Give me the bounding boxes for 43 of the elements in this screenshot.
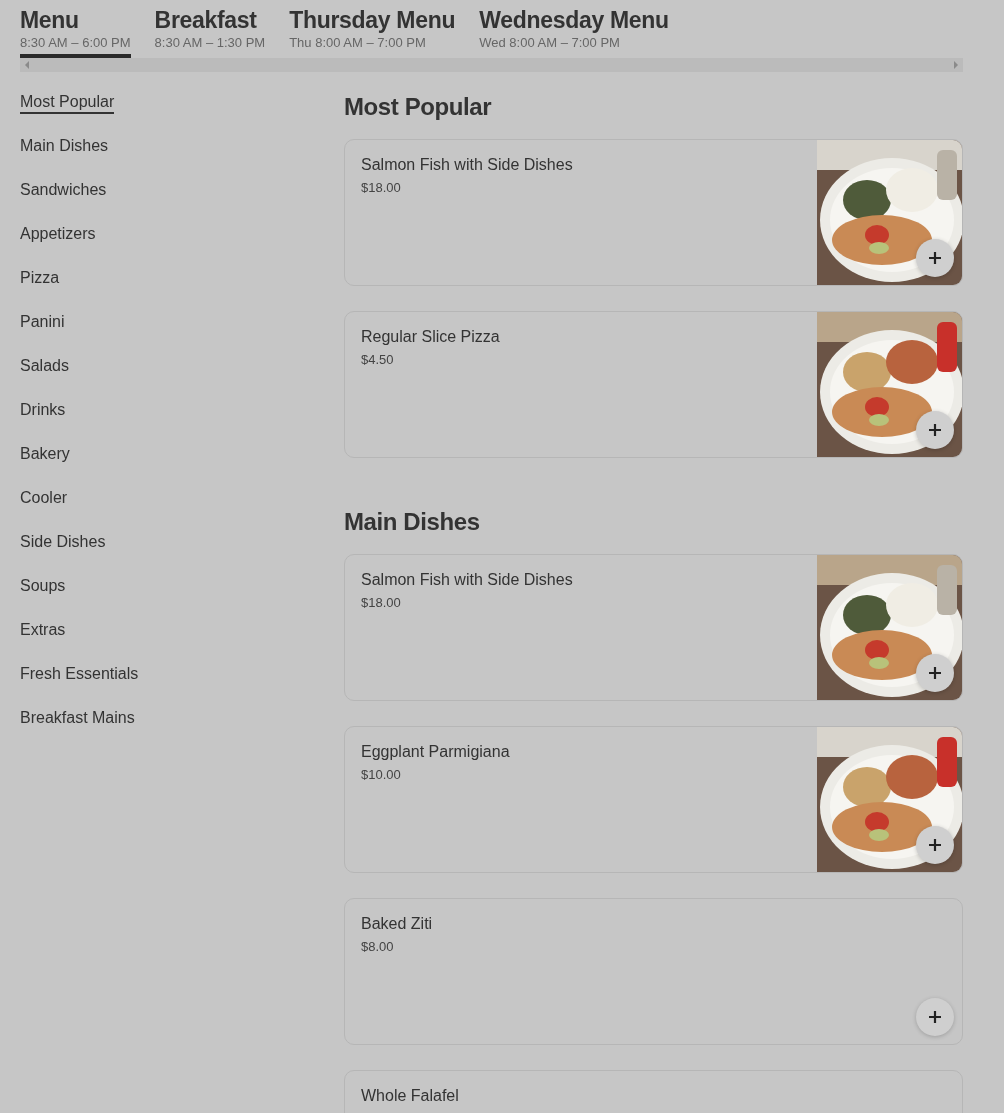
section-heading: Most Popular [344, 92, 493, 122]
category-link[interactable]: Breakfast Mains [20, 709, 135, 730]
category-link[interactable]: Appetizers [20, 225, 96, 246]
category-link[interactable]: Drinks [20, 401, 66, 422]
menu-item-card[interactable]: Salmon Fish with Side Dishes $18.00 [344, 554, 963, 701]
menu-item-card[interactable]: Whole Falafel [344, 1070, 963, 1113]
plus-icon [928, 251, 942, 265]
menu-item-card[interactable]: Baked Ziti $8.00 [344, 898, 963, 1045]
item-name: Baked Ziti [361, 914, 434, 934]
item-name: Regular Slice Pizza [361, 327, 501, 347]
category-link[interactable]: Side Dishes [20, 533, 106, 554]
item-price: $18.00 [361, 180, 402, 195]
category-link[interactable]: Pizza [20, 269, 60, 290]
menu-tab[interactable]: Thursday Menu Thu 8:00 AM – 7:00 PM [289, 6, 456, 58]
item-name: Whole Falafel [361, 1086, 460, 1106]
add-button[interactable] [916, 998, 954, 1036]
category-link[interactable]: Most Popular [20, 93, 115, 114]
menu-tab[interactable]: Breakfast 8:30 AM – 1:30 PM [154, 6, 266, 58]
category-link[interactable]: Cooler [20, 489, 68, 510]
item-price: $4.50 [361, 352, 395, 367]
item-name: Salmon Fish with Side Dishes [361, 570, 574, 590]
category-link[interactable]: Extras [20, 621, 66, 642]
category-link[interactable]: Panini [20, 313, 65, 334]
category-link[interactable]: Bakery [20, 445, 70, 466]
category-link[interactable]: Fresh Essentials [20, 665, 139, 686]
item-price: $8.00 [361, 939, 395, 954]
category-link[interactable]: Main Dishes [20, 137, 109, 158]
plus-icon [928, 838, 942, 852]
menu-item-card[interactable]: Eggplant Parmigiana $10.00 [344, 726, 963, 873]
item-name: Salmon Fish with Side Dishes [361, 155, 574, 175]
category-link[interactable]: Salads [20, 357, 69, 378]
menu-item-card[interactable]: Regular Slice Pizza $4.50 [344, 311, 963, 458]
item-price: $10.00 [361, 767, 402, 782]
plus-icon [928, 423, 942, 437]
menu-tab[interactable]: Wednesday Menu Wed 8:00 AM – 7:00 PM [479, 6, 669, 58]
plus-icon [928, 1010, 942, 1024]
category-link[interactable]: Sandwiches [20, 181, 107, 202]
menu-item-card[interactable]: Salmon Fish with Side Dishes $18.00 [344, 139, 963, 286]
section-heading: Main Dishes [344, 507, 481, 537]
plus-icon [928, 666, 942, 680]
item-price: $18.00 [361, 595, 402, 610]
item-name: Eggplant Parmigiana [361, 742, 511, 762]
category-link[interactable]: Soups [20, 577, 66, 598]
